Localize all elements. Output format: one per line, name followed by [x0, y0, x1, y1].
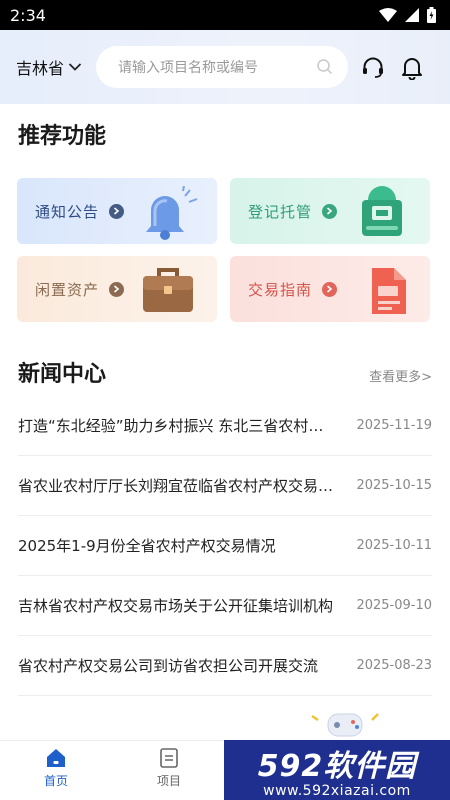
province-selector[interactable]: 吉林省 [16, 55, 92, 79]
document-list-icon [160, 748, 178, 768]
briefcase-icon [143, 268, 193, 312]
news-item-title: 省农业农村厅厅长刘翔宜莅临省农村产权交易公司 [18, 477, 336, 495]
watermark: 592软件园 www.592xiazai.com [224, 740, 450, 800]
battery-icon [427, 7, 436, 23]
arrow-right-icon [322, 203, 338, 219]
wifi-icon [379, 8, 397, 22]
news-item[interactable]: 2025年1-9月份全省农村产权交易情况 2025-10-11 [18, 516, 432, 576]
search-icon [317, 59, 333, 75]
news-item-title: 吉林省农村产权交易市场关于公开征集培训机构 [18, 597, 334, 615]
news-item-title: 省农村产权交易公司到访省农担公司开展交流 [18, 657, 319, 675]
card-notice-label: 通知公告 [35, 202, 100, 221]
card-notice[interactable]: 通知公告 [17, 178, 217, 244]
search-input[interactable]: 请输入项目名称或编号 [96, 46, 348, 88]
view-more-link[interactable]: 查看更多> [369, 366, 432, 385]
arrow-right-icon [109, 281, 125, 297]
status-icons [379, 7, 436, 23]
card-registration-label: 登记托管 [248, 202, 313, 221]
bell-icon[interactable] [401, 56, 423, 80]
province-label: 吉林省 [16, 59, 65, 78]
news-item-date: 2025-08-23 [356, 658, 432, 673]
news-item-date: 2025-09-10 [356, 598, 432, 613]
news-item-title: 2025年1-9月份全省农村产权交易情况 [18, 537, 276, 555]
recommend-title: 推荐功能 [18, 124, 107, 149]
card-trade-guide[interactable]: 交易指南 [230, 256, 430, 322]
tab-projects-label: 项目 [156, 774, 181, 788]
news-item[interactable]: 打造“东北经验”助力乡村振兴 东北三省农村产权 2025-11-19 [18, 396, 432, 456]
card-registration[interactable]: 登记托管 [230, 178, 430, 244]
arrow-right-icon [109, 203, 125, 219]
home-icon [47, 749, 65, 767]
status-bar: 2:34 [0, 0, 450, 30]
chevron-down-icon [68, 63, 82, 71]
tab-projects[interactable]: 项目 [139, 747, 199, 789]
news-item[interactable]: 省农业农村厅厅长刘翔宜莅临省农村产权交易公司 2025-10-15 [18, 456, 432, 516]
document-icon [372, 268, 406, 314]
card-trade-guide-label: 交易指南 [248, 280, 313, 299]
signal-icon [405, 8, 419, 22]
headset-icon[interactable] [361, 56, 385, 80]
card-idle-assets-label: 闲置资产 [35, 280, 100, 299]
bell-illustration-icon [146, 186, 198, 240]
news-item[interactable]: 吉林省农村产权交易市场关于公开征集培训机构 2025-09-10 [18, 576, 432, 636]
news-title: 新闻中心 [18, 362, 107, 387]
card-idle-assets[interactable]: 闲置资产 [17, 256, 217, 322]
tab-home-label: 首页 [43, 774, 68, 788]
news-item-date: 2025-10-11 [356, 538, 432, 553]
watermark-brand: 592软件园 [257, 749, 417, 784]
arrow-right-icon [322, 281, 338, 297]
news-item-date: 2025-11-19 [356, 418, 432, 433]
news-item-title: 打造“东北经验”助力乡村振兴 东北三省农村产权 [18, 417, 336, 435]
news-item[interactable]: 省农村产权交易公司到访省农担公司开展交流 2025-08-23 [18, 636, 432, 696]
status-time: 2:34 [10, 5, 46, 25]
registration-illustration-icon [362, 186, 402, 236]
game-controller-icon [311, 713, 379, 737]
search-placeholder: 请输入项目名称或编号 [118, 60, 258, 76]
watermark-url: www.592xiazai.com [263, 783, 411, 799]
news-item-date: 2025-10-15 [356, 478, 432, 493]
top-header: 吉林省 请输入项目名称或编号 [0, 30, 450, 104]
tab-home[interactable]: 首页 [26, 747, 86, 789]
